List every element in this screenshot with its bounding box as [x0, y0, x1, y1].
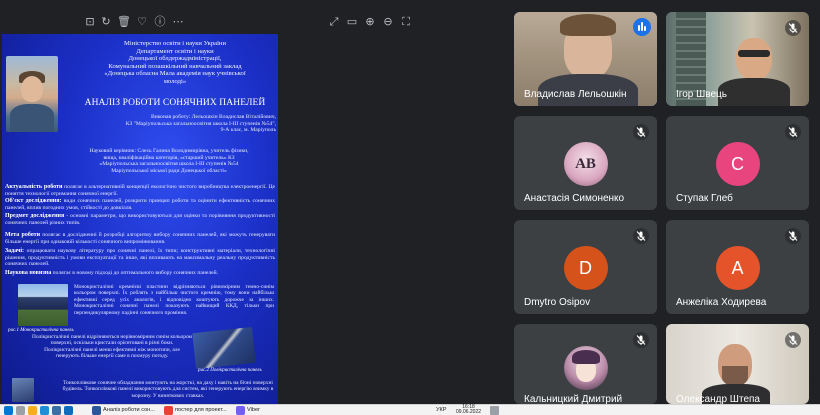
poster-section: Задачі: опрацювати наукову літературу пр… — [5, 248, 275, 268]
poster-section: Об'єкт дослідження: види сонячних панеле… — [5, 198, 275, 211]
poly-panel-image — [192, 326, 256, 370]
poster-section: Предмет дослідження - основні параметри,… — [5, 213, 275, 226]
delete-icon[interactable]: 🗑 — [116, 14, 132, 30]
info-icon[interactable]: ⓘ — [152, 14, 168, 30]
thin-film-text: Тонкоплівкове сонячне обладнання монтуют… — [62, 380, 274, 399]
participant-tile[interactable]: AB Анастасія Симоненко — [514, 116, 657, 210]
participant-name: Ступак Глеб — [676, 193, 733, 204]
mono-panel-image — [18, 284, 68, 326]
poster-section: Мета роботи полягає в дослідженні й розр… — [5, 232, 275, 245]
mic-off-icon — [785, 228, 801, 244]
poster-section: Актуальність роботи полягає в альтернати… — [5, 184, 275, 197]
edge-icon[interactable] — [40, 406, 49, 415]
poster-slide: Міністерство освіти і науки України Депа… — [2, 34, 278, 404]
notifications-icon[interactable] — [490, 406, 499, 415]
taskbar-chrome-tab[interactable]: постер для проект... — [175, 406, 227, 415]
poster-section: Наукова новизна полягає в новому підході… — [5, 270, 218, 276]
store-icon[interactable] — [52, 406, 61, 415]
taskbar-language[interactable]: УКР — [436, 406, 447, 415]
mono-panel-caption: рис.1 Монокристалічна панель — [8, 328, 74, 333]
expand-icon[interactable]: ⤢ — [326, 14, 342, 30]
mail-icon[interactable] — [64, 406, 73, 415]
mic-off-icon — [633, 228, 649, 244]
minimize-window-icon[interactable]: ▭ — [344, 14, 360, 30]
fullscreen-icon[interactable]: ⛶ — [398, 14, 414, 30]
poly-panel-caption: рис.2 Полікристалічна панель — [198, 368, 262, 373]
participant-name: Олександр Штепа — [676, 394, 760, 404]
mic-off-icon — [785, 20, 801, 36]
pin-icon[interactable]: ⊡ — [82, 14, 98, 30]
participant-avatar: C — [715, 142, 760, 186]
participant-avatar: D — [563, 246, 608, 290]
poly-panel-text: Полікристалічні панелі відрізняються нер… — [32, 334, 192, 360]
meet-window: ⊡ ↻ 🗑 ♡ ⓘ ⋯ ⤢ ▭ ⊕ ⊖ ⛶ Міністерство освіт… — [0, 0, 820, 415]
participant-name: Анжеліка Ходирева — [676, 297, 767, 308]
participant-tile[interactable]: Олександр Штепа — [666, 324, 809, 404]
mic-off-icon — [633, 332, 649, 348]
chrome-icon[interactable] — [164, 406, 173, 415]
search-icon[interactable] — [16, 406, 25, 415]
mic-off-icon — [785, 124, 801, 140]
taskbar-clock[interactable]: 16:18 09.06.2022 — [456, 405, 481, 415]
zoom-in-icon[interactable]: ⊕ — [362, 14, 378, 30]
participant-name: Dmytro Osipov — [524, 297, 591, 308]
participant-tile[interactable]: Кальницкий Дмитрий — [514, 324, 657, 404]
participant-tile[interactable]: C Ступак Глеб — [666, 116, 809, 210]
poster-header: Міністерство освіти і науки України Депа… — [104, 40, 246, 85]
viber-icon[interactable] — [236, 406, 245, 415]
author-info: Виконав роботу: Лельошкін Владислав Віта… — [125, 114, 276, 134]
favorite-icon[interactable]: ♡ — [134, 14, 150, 30]
mic-off-icon — [785, 332, 801, 348]
presentation-area: ⊡ ↻ 🗑 ♡ ⓘ ⋯ ⤢ ▭ ⊕ ⊖ ⛶ Міністерство освіт… — [0, 0, 505, 404]
participant-tile[interactable]: Ігор Швець — [666, 12, 809, 106]
participant-name: Кальницкий Дмитрий — [524, 394, 623, 404]
speaking-indicator-icon — [633, 18, 651, 36]
supervisor-info: Науковий керівник: Слесь Галина Володими… — [89, 148, 249, 174]
author-photo — [6, 56, 58, 132]
participant-tile[interactable]: D Dmytro Osipov — [514, 220, 657, 314]
participant-name: Ігор Швець — [676, 89, 727, 100]
participant-name: Анастасія Симоненко — [524, 193, 625, 204]
more-icon[interactable]: ⋯ — [170, 14, 186, 30]
start-icon[interactable] — [4, 406, 13, 415]
file-explorer-icon[interactable] — [28, 406, 37, 415]
mono-panel-text: Монокристалічні кремнієві пластини відрі… — [74, 284, 274, 316]
image-viewer-toolbar: ⊡ ↻ 🗑 ♡ ⓘ ⋯ ⤢ ▭ ⊕ ⊖ ⛶ — [0, 12, 505, 32]
participant-avatar: A — [715, 246, 760, 290]
mic-off-icon — [633, 124, 649, 140]
participant-avatar — [563, 346, 608, 390]
participant-name: Владислав Лельошкін — [524, 89, 627, 100]
taskbar-word-doc[interactable]: Аналіз роботи сон... — [103, 406, 155, 415]
thin-film-image — [12, 378, 34, 402]
participant-avatar: AB — [563, 142, 608, 186]
zoom-out-icon[interactable]: ⊖ — [380, 14, 396, 30]
participant-tile[interactable]: A Анжеліка Ходирева — [666, 220, 809, 314]
taskbar-viber[interactable]: Viber — [247, 406, 260, 415]
word-icon[interactable] — [92, 406, 101, 415]
poster-title: АНАЛІЗ РОБОТИ СОНЯЧНИХ ПАНЕЛЕЙ — [84, 98, 266, 108]
windows-taskbar: Аналіз роботи сон... постер для проект..… — [0, 404, 820, 415]
rotate-icon[interactable]: ↻ — [98, 14, 114, 30]
participant-tile[interactable]: Владислав Лельошкін — [514, 12, 657, 106]
